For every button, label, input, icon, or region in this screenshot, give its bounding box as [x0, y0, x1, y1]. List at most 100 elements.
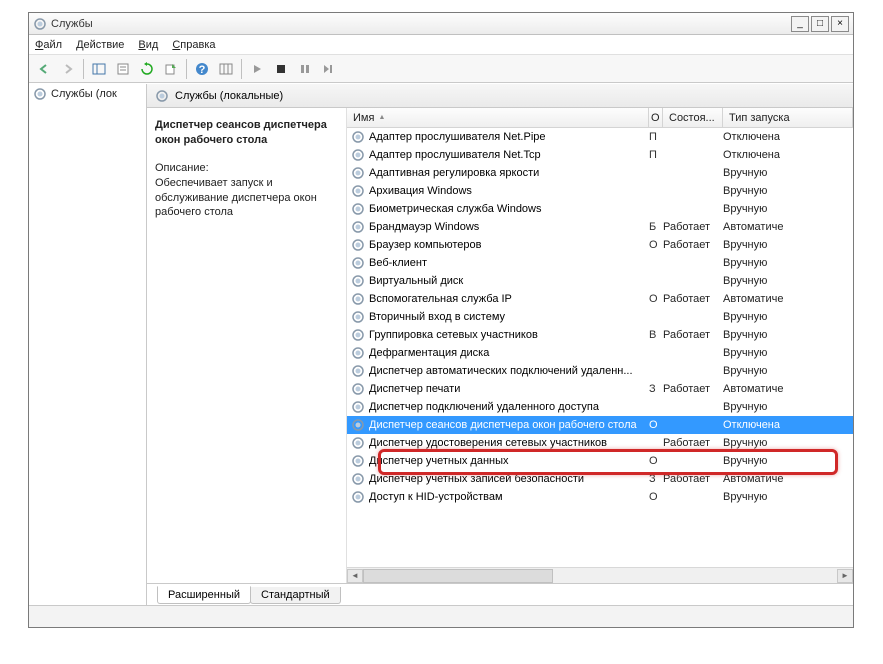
gear-icon: [351, 400, 365, 414]
service-row[interactable]: Диспетчер учетных данныхОВручную: [347, 452, 853, 470]
menu-view[interactable]: Вид: [138, 39, 158, 51]
service-startup: Вручную: [723, 401, 853, 413]
service-row[interactable]: Диспетчер удостоверения сетевых участник…: [347, 434, 853, 452]
minimize-button[interactable]: _: [791, 16, 809, 32]
service-startup: Вручную: [723, 329, 853, 341]
gear-icon: [351, 490, 365, 504]
service-row[interactable]: Виртуальный дискВручную: [347, 272, 853, 290]
service-startup: Автоматиче: [723, 293, 853, 305]
service-name: Биометрическая служба Windows: [369, 203, 542, 215]
service-startup: Вручную: [723, 275, 853, 287]
service-row[interactable]: Дефрагментация дискаВручную: [347, 344, 853, 362]
service-name: Вторичный вход в систему: [369, 311, 505, 323]
tree-node-services[interactable]: Службы (лок: [29, 84, 146, 104]
service-name: Архивация Windows: [369, 185, 472, 197]
svg-text:?: ?: [199, 64, 206, 76]
service-row[interactable]: Диспетчер учетных записей безопасностиЗР…: [347, 470, 853, 488]
service-desc-char: О: [649, 239, 663, 251]
service-row[interactable]: Адаптер прослушивателя Net.PipeПОтключен…: [347, 128, 853, 146]
column-description[interactable]: О: [649, 108, 663, 127]
service-desc-char: О: [649, 491, 663, 503]
scroll-left-button[interactable]: ◄: [347, 569, 363, 583]
start-service-button[interactable]: [246, 58, 268, 80]
column-startup[interactable]: Тип запуска: [723, 108, 853, 127]
scroll-right-button[interactable]: ►: [837, 569, 853, 583]
service-status: Работает: [663, 221, 723, 233]
service-status: Работает: [663, 473, 723, 485]
service-name: Брандмауэр Windows: [369, 221, 479, 233]
service-startup: Вручную: [723, 437, 853, 449]
service-row[interactable]: Вспомогательная служба IPОРаботаетАвтома…: [347, 290, 853, 308]
gear-icon: [351, 454, 365, 468]
scroll-thumb[interactable]: [363, 569, 553, 583]
service-row[interactable]: Вторичный вход в системуВручную: [347, 308, 853, 326]
service-status: Работает: [663, 329, 723, 341]
service-row[interactable]: Адаптер прослушивателя Net.TcpПОтключена: [347, 146, 853, 164]
service-startup: Автоматиче: [723, 221, 853, 233]
service-desc-char: О: [649, 455, 663, 467]
service-row[interactable]: Доступ к HID-устройствамОВручную: [347, 488, 853, 506]
service-startup: Автоматиче: [723, 473, 853, 485]
service-startup: Вручную: [723, 239, 853, 251]
service-row[interactable]: Диспетчер автоматических подключений уда…: [347, 362, 853, 380]
gear-icon: [155, 89, 169, 103]
gear-icon: [351, 184, 365, 198]
help-button[interactable]: ?: [191, 58, 213, 80]
stop-service-button[interactable]: [270, 58, 292, 80]
service-startup: Вручную: [723, 365, 853, 377]
pause-service-button[interactable]: [294, 58, 316, 80]
service-name: Веб-клиент: [369, 257, 427, 269]
show-hide-tree-button[interactable]: [88, 58, 110, 80]
gear-icon: [351, 238, 365, 252]
service-name: Дефрагментация диска: [369, 347, 489, 359]
service-row[interactable]: Веб-клиент Вручную: [347, 254, 853, 272]
gear-icon: [351, 202, 365, 216]
menu-help[interactable]: Справка: [172, 39, 215, 51]
toolbar: ?: [29, 55, 853, 83]
close-button[interactable]: ×: [831, 16, 849, 32]
forward-button[interactable]: [57, 58, 79, 80]
column-status[interactable]: Состоя...: [663, 108, 723, 127]
service-row[interactable]: Группировка сетевых участниковВРаботаетВ…: [347, 326, 853, 344]
service-startup: Вручную: [723, 257, 853, 269]
refresh-button[interactable]: [136, 58, 158, 80]
gear-icon: [351, 274, 365, 288]
horizontal-scrollbar[interactable]: ◄ ►: [347, 567, 853, 583]
service-startup: Автоматиче: [723, 383, 853, 395]
menu-file[interactable]: Файл: [35, 39, 62, 51]
tab-extended[interactable]: Расширенный: [157, 586, 251, 604]
properties-button[interactable]: [112, 58, 134, 80]
columns-button[interactable]: [215, 58, 237, 80]
service-row[interactable]: Адаптивная регулировка яркостиВручную: [347, 164, 853, 182]
service-name: Диспетчер печати: [369, 383, 460, 395]
service-startup: Вручную: [723, 203, 853, 215]
service-desc-char: Б: [649, 221, 663, 233]
service-name: Диспетчер автоматических подключений уда…: [369, 365, 633, 377]
service-status: Работает: [663, 293, 723, 305]
gear-icon: [351, 436, 365, 450]
service-row[interactable]: Браузер компьютеровОРаботаетВручную: [347, 236, 853, 254]
maximize-button[interactable]: □: [811, 16, 829, 32]
service-row[interactable]: Диспетчер сеансов диспетчера окон рабоче…: [347, 416, 853, 434]
service-row[interactable]: Архивация WindowsВручную: [347, 182, 853, 200]
service-row[interactable]: Брандмауэр Windows БРаботаетАвтоматиче: [347, 218, 853, 236]
restart-service-button[interactable]: [318, 58, 340, 80]
selected-service-name: Диспетчер сеансов диспетчера окон рабоче…: [155, 118, 338, 148]
service-desc-char: З: [649, 383, 663, 395]
export-button[interactable]: [160, 58, 182, 80]
service-startup: Вручную: [723, 491, 853, 503]
service-name: Вспомогательная служба IP: [369, 293, 512, 305]
tab-standard[interactable]: Стандартный: [250, 587, 341, 604]
gear-icon: [351, 328, 365, 342]
service-row[interactable]: Диспетчер подключений удаленного доступа…: [347, 398, 853, 416]
service-status: Работает: [663, 239, 723, 251]
back-button[interactable]: [33, 58, 55, 80]
titlebar[interactable]: Службы _ □ ×: [29, 13, 853, 35]
gear-icon: [351, 292, 365, 306]
gear-icon: [351, 166, 365, 180]
menu-action[interactable]: Действие: [76, 39, 124, 51]
view-tabs: Расширенный Стандартный: [147, 583, 853, 605]
column-name[interactable]: Имя: [347, 108, 649, 127]
service-row[interactable]: Диспетчер печатиЗРаботаетАвтоматиче: [347, 380, 853, 398]
service-row[interactable]: Биометрическая служба Windows Вручную: [347, 200, 853, 218]
